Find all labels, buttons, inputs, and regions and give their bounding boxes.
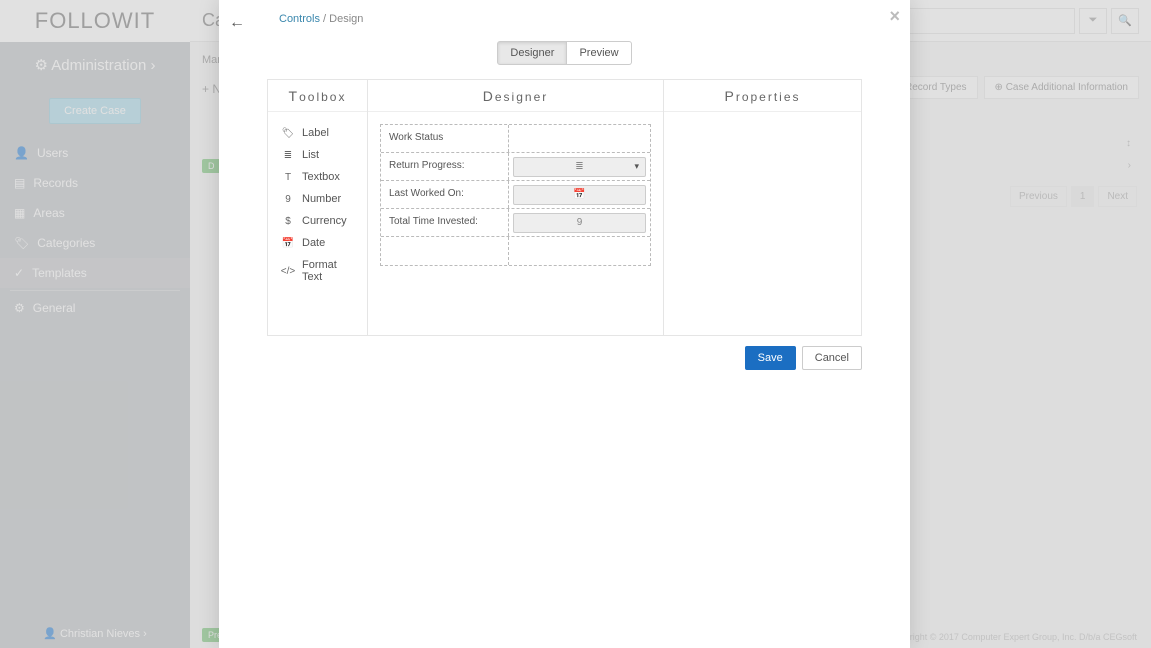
field-control [509,125,650,152]
field-control: ≣ [509,153,650,180]
toolbox-panel: Toolbox 🏷 Label ≣ List T Textbox 9 Numbe… [268,80,367,335]
designer-panels: Toolbox 🏷 Label ≣ List T Textbox 9 Numbe… [267,79,862,336]
textbox-icon: T [282,172,294,183]
number-icon: 9 [282,194,294,205]
breadcrumb-design: Design [329,13,363,25]
properties-title: Properties [664,80,861,112]
toolbox-list: 🏷 Label ≣ List T Textbox 9 Number $ C [268,112,367,298]
title-rest: roperties [736,90,801,104]
properties-panel: Properties [663,80,861,335]
modal-actions: Save Cancel [219,336,910,370]
list-icon: ≣ [282,150,294,161]
list-icon: ≣ [575,161,583,172]
toolbox-item-text: Number [302,193,341,205]
field-control [509,237,650,265]
field-control: 9 [509,209,650,236]
calendar-icon: 📅 [573,189,585,200]
toolbox-title: Toolbox [268,80,367,112]
cancel-button[interactable]: Cancel [802,346,862,370]
toolbox-item-text: Date [302,237,325,249]
breadcrumb-sep: / [323,13,326,25]
field-label: Return Progress: [381,153,509,180]
toolbox-item-currency[interactable]: $ Currency [280,210,355,232]
number-icon: 9 [577,217,583,228]
select-control[interactable]: ≣ [513,157,646,177]
field-table: Work Status Return Progress: ≣ Last Work… [380,124,651,266]
field-label: Work Status [381,125,509,152]
tab-preview[interactable]: Preview [567,41,631,65]
number-control[interactable]: 9 [513,213,646,233]
code-icon: </> [282,266,294,277]
toolbox-item-format-text[interactable]: </> Format Text [280,254,355,288]
toolbox-item-text: Format Text [302,259,353,283]
breadcrumb: Controls / Design [279,13,894,25]
mode-tabs: Designer Preview [219,41,910,65]
toolbox-item-date[interactable]: 📅 Date [280,232,355,254]
field-row-empty[interactable] [381,237,650,265]
title-rest: esigner [495,90,548,104]
close-button[interactable]: × [889,6,900,27]
field-row-last-worked-on[interactable]: Last Worked On: 📅 [381,181,650,209]
toolbox-item-text: List [302,149,319,161]
tag-icon: 🏷 [282,128,294,139]
calendar-icon: 📅 [282,238,294,249]
breadcrumb-controls[interactable]: Controls [279,13,320,25]
title-cap: D [483,88,495,104]
field-row-total-time[interactable]: Total Time Invested: 9 [381,209,650,237]
field-control: 📅 [509,181,650,208]
title-cap: P [724,88,735,104]
currency-icon: $ [282,216,294,227]
toolbox-item-textbox[interactable]: T Textbox [280,166,355,188]
modal-header: ← Controls / Design × [219,0,910,35]
title-cap: T [289,88,300,104]
designer-body: Work Status Return Progress: ≣ Last Work… [368,112,663,278]
field-row-work-status[interactable]: Work Status [381,125,650,153]
toolbox-item-label[interactable]: 🏷 Label [280,122,355,144]
designer-panel: Designer Work Status Return Progress: ≣ [367,80,663,335]
save-button[interactable]: Save [745,346,796,370]
field-row-return-progress[interactable]: Return Progress: ≣ [381,153,650,181]
toolbox-item-text: Label [302,127,329,139]
field-label [381,237,509,265]
toolbox-item-text: Textbox [302,171,340,183]
title-rest: oolbox [299,90,346,104]
toolbox-item-number[interactable]: 9 Number [280,188,355,210]
designer-title: Designer [368,80,663,112]
field-label: Last Worked On: [381,181,509,208]
back-button[interactable]: ← [229,14,245,32]
toolbox-item-list[interactable]: ≣ List [280,144,355,166]
toolbox-item-text: Currency [302,215,347,227]
date-control[interactable]: 📅 [513,185,646,205]
design-modal: ← Controls / Design × Designer Preview T… [219,0,910,648]
tab-designer[interactable]: Designer [497,41,567,65]
field-label: Total Time Invested: [381,209,509,236]
